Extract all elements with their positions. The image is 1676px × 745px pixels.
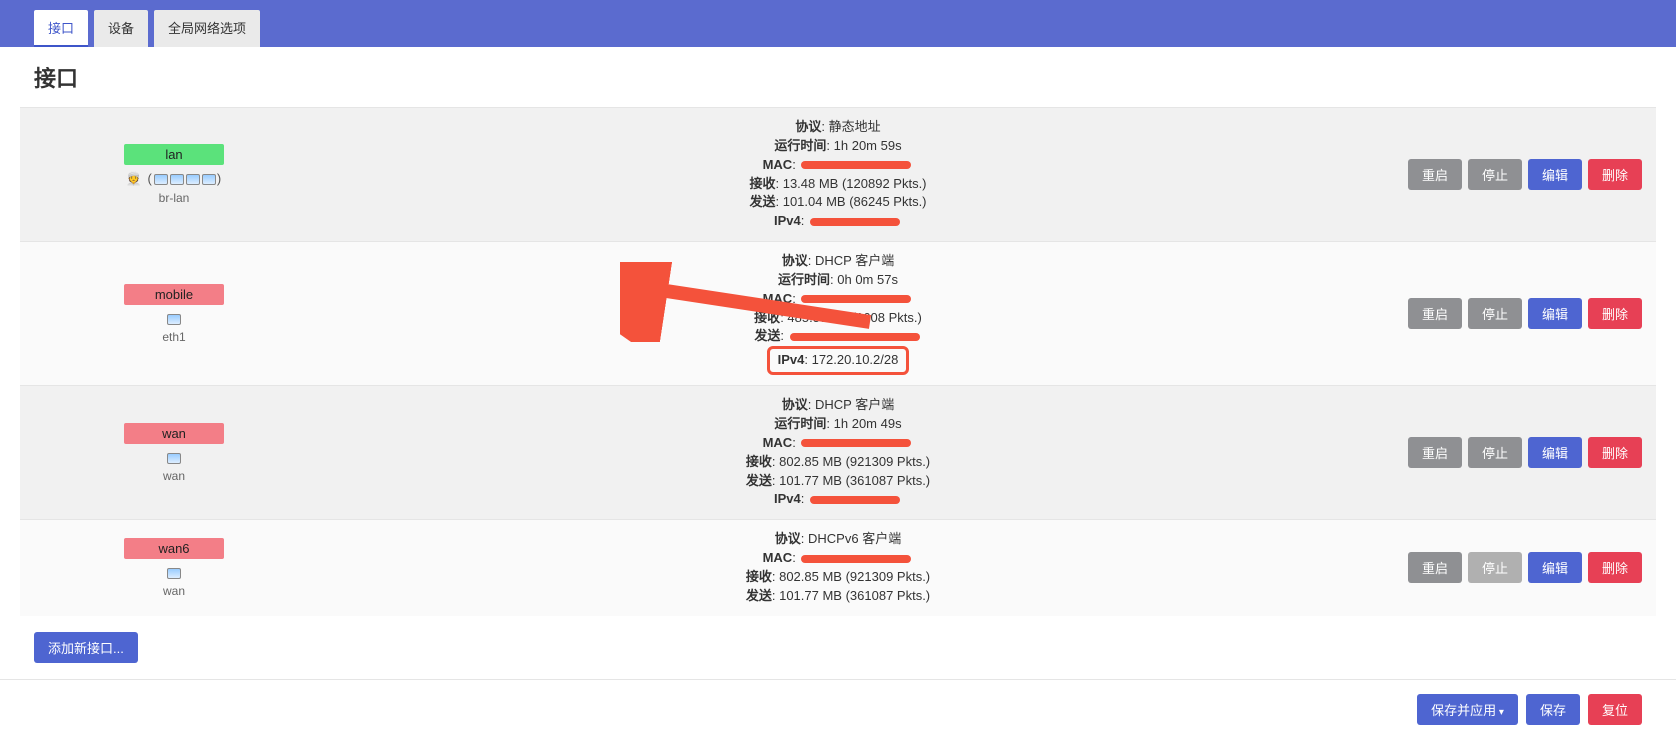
device-name: eth1 [34, 330, 314, 344]
tab-interfaces[interactable]: 接口 [34, 10, 88, 47]
interface-badge-col: wan6 wan [34, 538, 314, 598]
device-name: br-lan [34, 191, 314, 205]
device-name: wan [34, 584, 314, 598]
interface-badge-col: wan wan [34, 423, 314, 483]
stop-button[interactable]: 停止 [1468, 159, 1522, 190]
delete-button[interactable]: 删除 [1588, 159, 1642, 190]
bottom-actions: 保存并应用 保存 复位 [0, 679, 1676, 745]
page-title: 接口 [0, 47, 1676, 107]
interface-info: 协议: DHCP 客户端运行时间: 1h 20m 49sMAC: 接收: 802… [314, 396, 1362, 509]
interface-row: lan 👳 () br-lan 协议: 静态地址运行时间: 1h 20m 59s… [20, 107, 1656, 241]
interface-row: wan6 wan 协议: DHCPv6 客户端MAC: 接收: 802.85 M… [20, 519, 1656, 615]
interface-info: 协议: 静态地址运行时间: 1h 20m 59sMAC: 接收: 13.48 M… [314, 118, 1362, 231]
delete-button[interactable]: 删除 [1588, 437, 1642, 468]
device-icons [34, 311, 314, 326]
stop-button[interactable]: 停止 [1468, 437, 1522, 468]
interface-name-badge: lan [124, 144, 224, 165]
ipv4-highlight: IPv4: 172.20.10.2/28 [767, 346, 910, 375]
device-icons [34, 565, 314, 580]
delete-button[interactable]: 删除 [1588, 552, 1642, 583]
interface-actions: 重启 停止 编辑 删除 [1362, 552, 1642, 583]
interface-info: 协议: DHCPv6 客户端MAC: 接收: 802.85 MB (921309… [314, 530, 1362, 605]
interface-row: wan wan 协议: DHCP 客户端运行时间: 1h 20m 49sMAC:… [20, 385, 1656, 519]
interface-info: 协议: DHCP 客户端运行时间: 0h 0m 57sMAC: 接收: 485.… [314, 252, 1362, 375]
restart-button[interactable]: 重启 [1408, 159, 1462, 190]
top-accent-bar [0, 0, 1676, 10]
interface-name-badge: wan6 [124, 538, 224, 559]
tab-devices[interactable]: 设备 [94, 10, 148, 47]
save-button[interactable]: 保存 [1526, 694, 1580, 725]
delete-button[interactable]: 删除 [1588, 298, 1642, 329]
stop-button: 停止 [1468, 552, 1522, 583]
interface-actions: 重启 停止 编辑 删除 [1362, 437, 1642, 468]
interface-actions: 重启 停止 编辑 删除 [1362, 159, 1642, 190]
edit-button[interactable]: 编辑 [1528, 298, 1582, 329]
restart-button[interactable]: 重启 [1408, 552, 1462, 583]
interface-name-badge: wan [124, 423, 224, 444]
edit-button[interactable]: 编辑 [1528, 552, 1582, 583]
interface-row: mobile eth1 协议: DHCP 客户端运行时间: 0h 0m 57sM… [20, 241, 1656, 385]
interface-actions: 重启 停止 编辑 删除 [1362, 298, 1642, 329]
add-interface-button[interactable]: 添加新接口... [34, 632, 138, 663]
edit-button[interactable]: 编辑 [1528, 437, 1582, 468]
interface-list: lan 👳 () br-lan 协议: 静态地址运行时间: 1h 20m 59s… [0, 107, 1676, 616]
reset-button[interactable]: 复位 [1588, 694, 1642, 725]
interface-name-badge: mobile [124, 284, 224, 305]
page-wrapper: 接口 设备 全局网络选项 接口 lan 👳 () br-lan 协议: 静态地址… [0, 10, 1676, 745]
tab-global-options[interactable]: 全局网络选项 [154, 10, 260, 47]
edit-button[interactable]: 编辑 [1528, 159, 1582, 190]
device-icons [34, 450, 314, 465]
add-row: 添加新接口... [0, 616, 1676, 679]
restart-button[interactable]: 重启 [1408, 437, 1462, 468]
interface-badge-col: mobile eth1 [34, 284, 314, 344]
stop-button[interactable]: 停止 [1468, 298, 1522, 329]
tab-bar: 接口 设备 全局网络选项 [0, 10, 1676, 47]
save-apply-button[interactable]: 保存并应用 [1417, 694, 1518, 725]
device-icons: 👳 () [34, 171, 314, 187]
interface-badge-col: lan 👳 () br-lan [34, 144, 314, 205]
restart-button[interactable]: 重启 [1408, 298, 1462, 329]
device-name: wan [34, 469, 314, 483]
